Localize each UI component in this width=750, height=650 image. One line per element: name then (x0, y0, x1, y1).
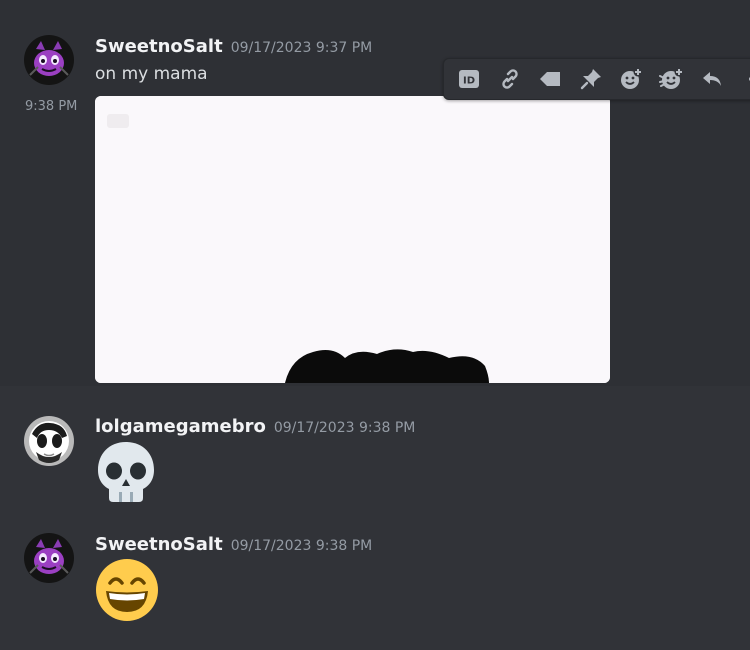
copy-link-icon (502, 69, 518, 89)
image-attachment[interactable] (95, 96, 610, 383)
username[interactable]: lolgamegamebro (95, 416, 266, 437)
mark-unread-button[interactable] (530, 59, 570, 99)
message-header: SweetnoSalt 09/17/2023 9:38 PM (95, 534, 372, 555)
message-group: SweetnoSalt 09/17/2023 9:37 PM on my mama… (0, 0, 750, 386)
super-reaction-button[interactable] (651, 59, 691, 99)
message-header: lolgamegamebro 09/17/2023 9:38 PM (95, 416, 415, 437)
timestamp: 09/17/2023 9:38 PM (230, 538, 373, 554)
mark-unread-icon (540, 72, 561, 86)
avatar[interactable] (24, 416, 74, 466)
more-icon (749, 77, 750, 81)
message-header: SweetnoSalt 09/17/2023 9:37 PM (95, 36, 372, 57)
pin-button[interactable] (570, 59, 610, 99)
add-reaction-icon (621, 67, 643, 89)
username[interactable]: SweetnoSalt (95, 36, 223, 57)
more-button[interactable] (732, 59, 750, 99)
skull-icon (98, 442, 154, 502)
timestamp: 09/17/2023 9:38 PM (273, 420, 416, 436)
super-reaction-icon (658, 67, 684, 89)
reply-button[interactable] (692, 59, 732, 99)
message-group: lolgamegamebro 09/17/2023 9:38 PM (0, 388, 750, 506)
copy-id-button[interactable]: ID (449, 59, 489, 99)
username[interactable]: SweetnoSalt (95, 534, 223, 555)
grinning-face-icon (96, 559, 158, 621)
timestamp: 09/17/2023 9:37 PM (230, 40, 373, 56)
message-group: SweetnoSalt 09/17/2023 9:38 PM (0, 508, 750, 650)
pin-icon (580, 69, 601, 90)
reply-icon (703, 72, 722, 86)
message-text: on my mama (95, 64, 208, 84)
avatar[interactable] (24, 533, 74, 583)
followup-timestamp: 9:38 PM (25, 99, 78, 114)
avatar[interactable] (24, 35, 74, 85)
grinning-emoji[interactable] (95, 558, 159, 626)
skull-emoji[interactable] (95, 440, 157, 508)
copy-id-icon: ID (459, 70, 480, 88)
copy-link-button[interactable] (489, 59, 529, 99)
message-actions-toolbar: ID (443, 58, 750, 100)
id-label: ID (463, 76, 475, 87)
add-reaction-button[interactable] (611, 59, 651, 99)
